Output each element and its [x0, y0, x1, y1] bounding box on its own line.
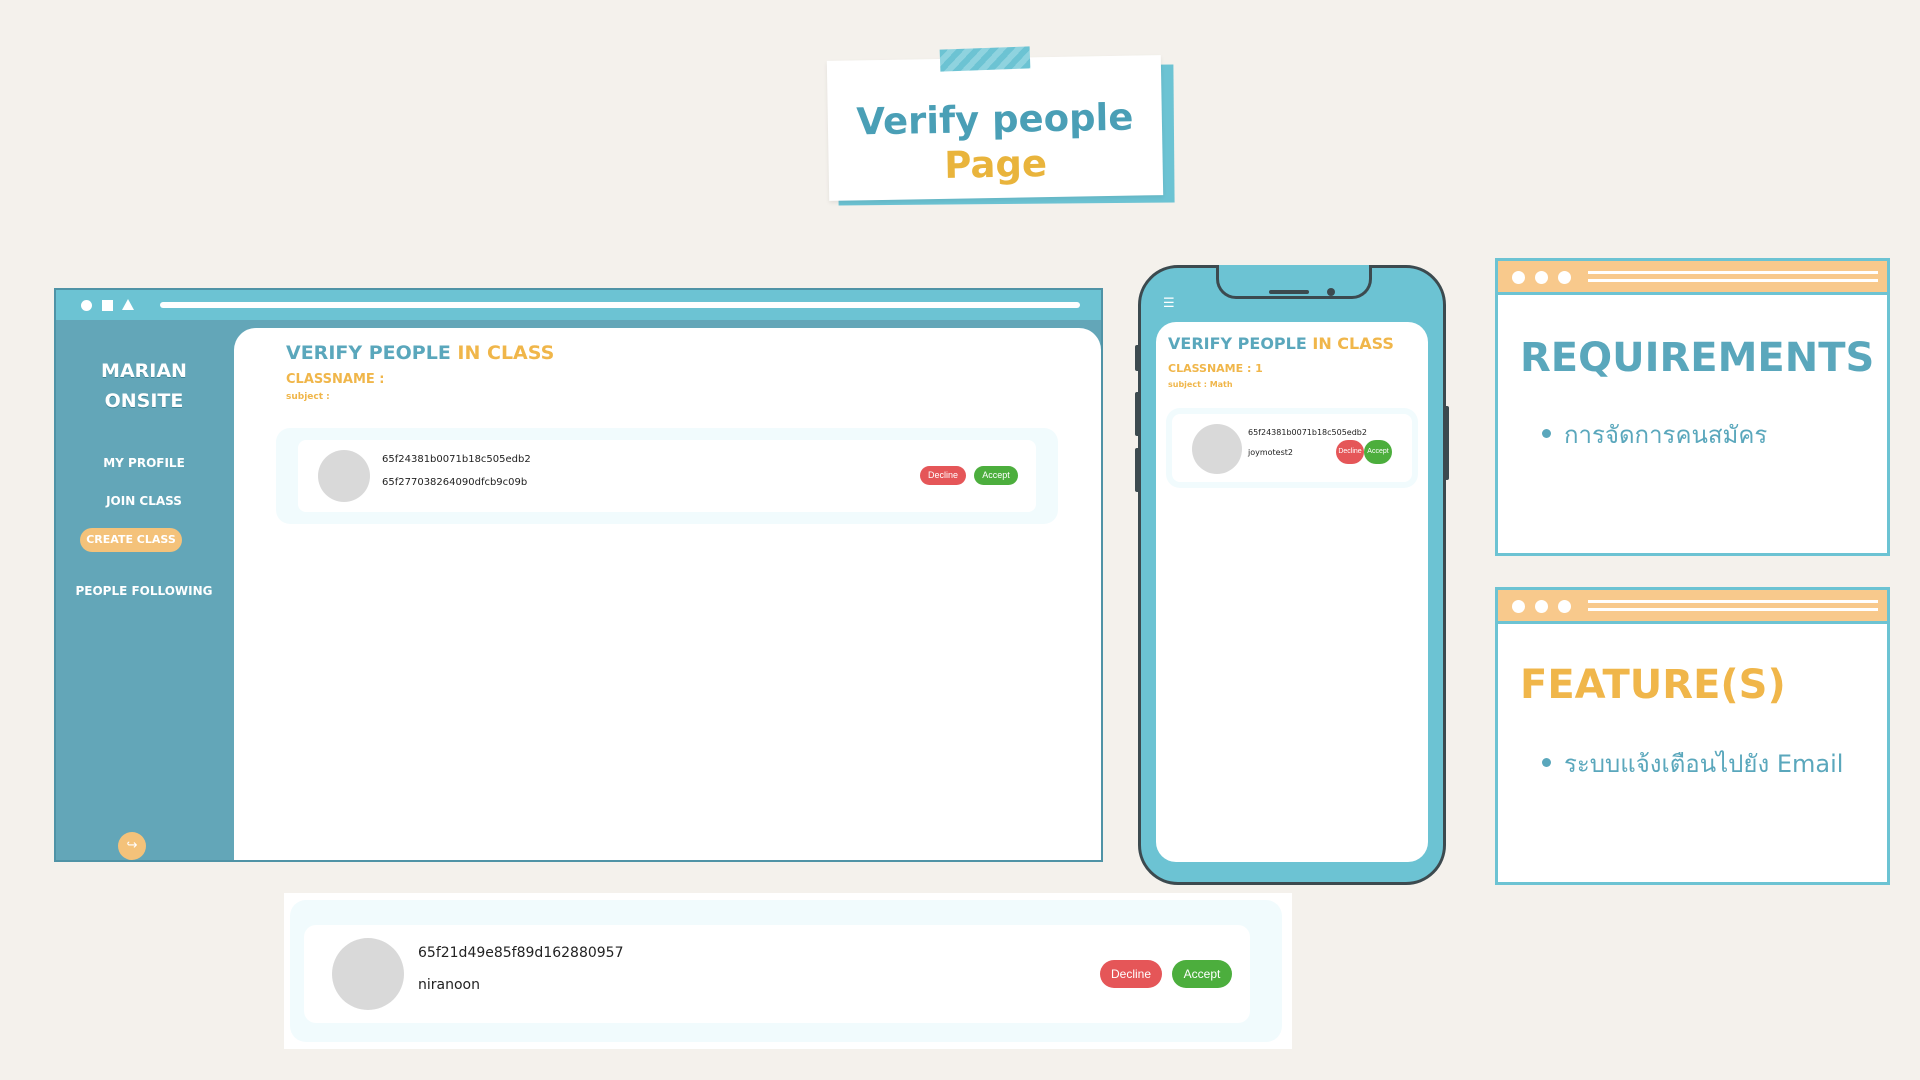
accept-button[interactable]: Accept: [974, 466, 1018, 485]
heading-part2: IN CLASS: [457, 342, 555, 364]
circle-icon: [1512, 600, 1525, 613]
requirements-box: REQUIREMENTS การจัดการคนสมัคร: [1495, 258, 1890, 556]
heading-part1: VERIFY PEOPLE: [286, 342, 458, 364]
zoom-accept-button[interactable]: Accept: [1172, 960, 1232, 988]
avatar: [318, 450, 370, 502]
nav-people-following[interactable]: PEOPLE FOLLOWING: [56, 584, 232, 598]
circle-icon: [1512, 271, 1525, 284]
phone-request-id: 65f24381b0071b18c505edb2: [1248, 428, 1367, 437]
nav-join-class[interactable]: JOIN CLASS: [56, 494, 232, 508]
brand-line2: ONSITE: [104, 390, 184, 412]
phone-speaker: [1269, 290, 1309, 294]
triangle-icon: [122, 299, 134, 310]
brand-line1: MARIAN: [101, 360, 187, 382]
brand-logo: MARIAN ONSITE: [56, 356, 232, 416]
logout-icon[interactable]: ↪: [118, 832, 146, 860]
features-heading: FEATURE(S): [1520, 662, 1786, 708]
zoom-request-id: 65f21d49e85f89d162880957: [418, 945, 624, 961]
phone-request-username: joymotest2: [1248, 448, 1293, 457]
features-box: FEATURE(S) ระบบแจ้งเตือนไปยัง Email: [1495, 587, 1890, 885]
phone-subject-label: subject : Math: [1168, 380, 1233, 389]
sidebar: MARIAN ONSITE MY PROFILE JOIN CLASS CREA…: [56, 320, 232, 860]
phone-request-container: 65f24381b0071b18c505edb2 joymotest2 Decl…: [1166, 408, 1418, 488]
phone-accept-button[interactable]: Accept: [1364, 440, 1392, 464]
titlebar-line: [1588, 608, 1878, 611]
titlebar-line: [1588, 271, 1878, 274]
request-card-container: 65f24381b0071b18c505edb2 65f277038264090…: [276, 428, 1058, 524]
decline-button[interactable]: Decline: [920, 466, 966, 485]
tape-decoration: [939, 46, 1031, 72]
nav-create-class[interactable]: CREATE CLASS: [80, 528, 182, 552]
avatar: [332, 938, 404, 1010]
circle-icon: [1558, 600, 1571, 613]
requirement-item: การจัดการคนสมัคร: [1564, 421, 1768, 449]
page-heading: VERIFY PEOPLE IN CLASS: [286, 342, 554, 364]
page-title-line2: Page: [943, 142, 1048, 187]
phone-heading-part1: VERIFY PEOPLE: [1168, 334, 1313, 353]
avatar: [1192, 424, 1242, 474]
desktop-mockup: MARIAN ONSITE MY PROFILE JOIN CLASS CREA…: [54, 288, 1103, 862]
phone-screen: VERIFY PEOPLE IN CLASS CLASSNAME : 1 sub…: [1156, 322, 1428, 862]
phone-heading-part2: IN CLASS: [1312, 334, 1394, 353]
circle-icon: [81, 300, 92, 311]
feature-item: ระบบแจ้งเตือนไปยัง Email: [1564, 750, 1844, 778]
titlebar-line: [1588, 600, 1878, 603]
phone-decline-button[interactable]: Decline: [1336, 440, 1364, 464]
phone-request-card: 65f24381b0071b18c505edb2 joymotest2 Decl…: [1172, 414, 1412, 482]
phone-mockup: ☰ VERIFY PEOPLE IN CLASS CLASSNAME : 1 s…: [1138, 265, 1446, 885]
title-card: Verify people Page: [826, 55, 1164, 201]
address-bar[interactable]: [160, 302, 1080, 308]
phone-classname-label: CLASSNAME : 1: [1168, 362, 1263, 375]
page-title-line1: Verify people: [855, 95, 1134, 144]
nav-my-profile[interactable]: MY PROFILE: [56, 456, 232, 470]
subject-label: subject :: [286, 392, 330, 402]
request-id-2: 65f277038264090dfcb9c09b: [382, 477, 528, 488]
bullet-icon: [1542, 758, 1551, 767]
circle-icon: [1558, 271, 1571, 284]
request-card: 65f24381b0071b18c505edb2 65f277038264090…: [298, 440, 1036, 512]
bullet-icon: [1542, 429, 1551, 438]
circle-icon: [1535, 271, 1548, 284]
phone-heading: VERIFY PEOPLE IN CLASS: [1168, 334, 1394, 353]
circle-icon: [1535, 600, 1548, 613]
phone-camera: [1327, 288, 1335, 296]
zoom-decline-button[interactable]: Decline: [1100, 960, 1162, 988]
zoom-request-username: niranoon: [418, 977, 480, 993]
window-titlebar: [1498, 590, 1887, 624]
browser-topbar: [56, 290, 1101, 320]
square-icon: [102, 300, 113, 311]
request-id-1: 65f24381b0071b18c505edb2: [382, 454, 531, 465]
zoom-request-card: 65f21d49e85f89d162880957 niranoon Declin…: [304, 925, 1250, 1023]
main-panel: VERIFY PEOPLE IN CLASS CLASSNAME : subje…: [234, 328, 1101, 860]
menu-icon[interactable]: ☰: [1163, 296, 1175, 311]
titlebar-line: [1588, 279, 1878, 282]
window-titlebar: [1498, 261, 1887, 295]
requirements-heading: REQUIREMENTS: [1520, 335, 1875, 381]
classname-label: CLASSNAME :: [286, 372, 385, 387]
